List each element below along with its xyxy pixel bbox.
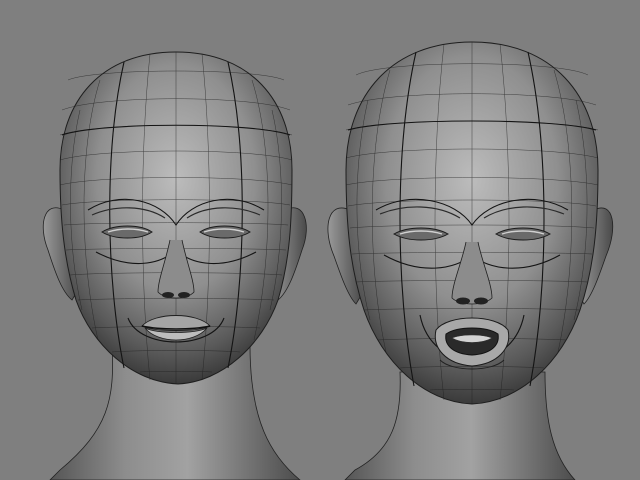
- head-model-mouth-open[interactable]: [327, 41, 614, 480]
- 3d-viewport[interactable]: [0, 0, 640, 480]
- viewport-canvas: [42, 41, 614, 480]
- head-model-neutral[interactable]: [42, 51, 307, 480]
